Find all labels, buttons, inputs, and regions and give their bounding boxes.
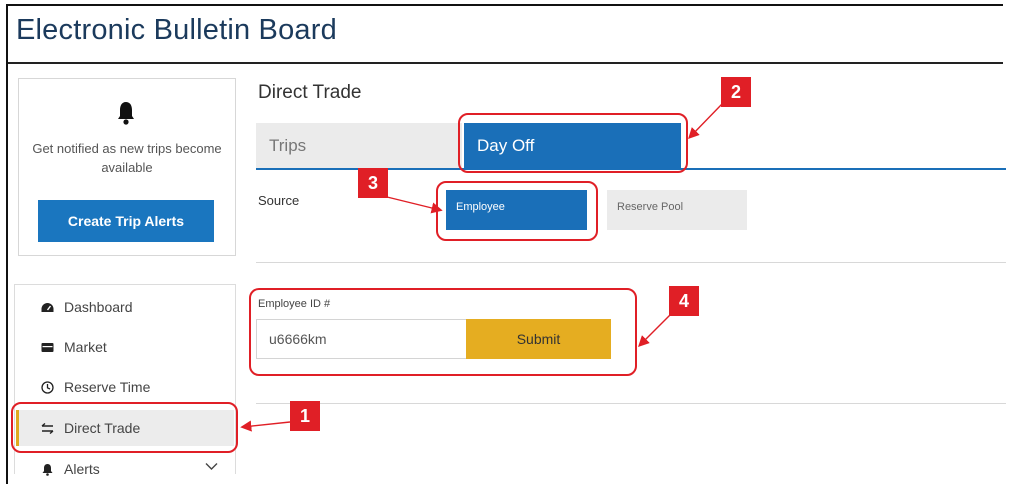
callout-number-3: 3 [358,168,388,198]
callout-number-4: 4 [669,286,699,316]
callout-number-1: 1 [290,401,320,431]
callout-number-2: 2 [721,77,751,107]
callout-arrows [240,103,723,432]
